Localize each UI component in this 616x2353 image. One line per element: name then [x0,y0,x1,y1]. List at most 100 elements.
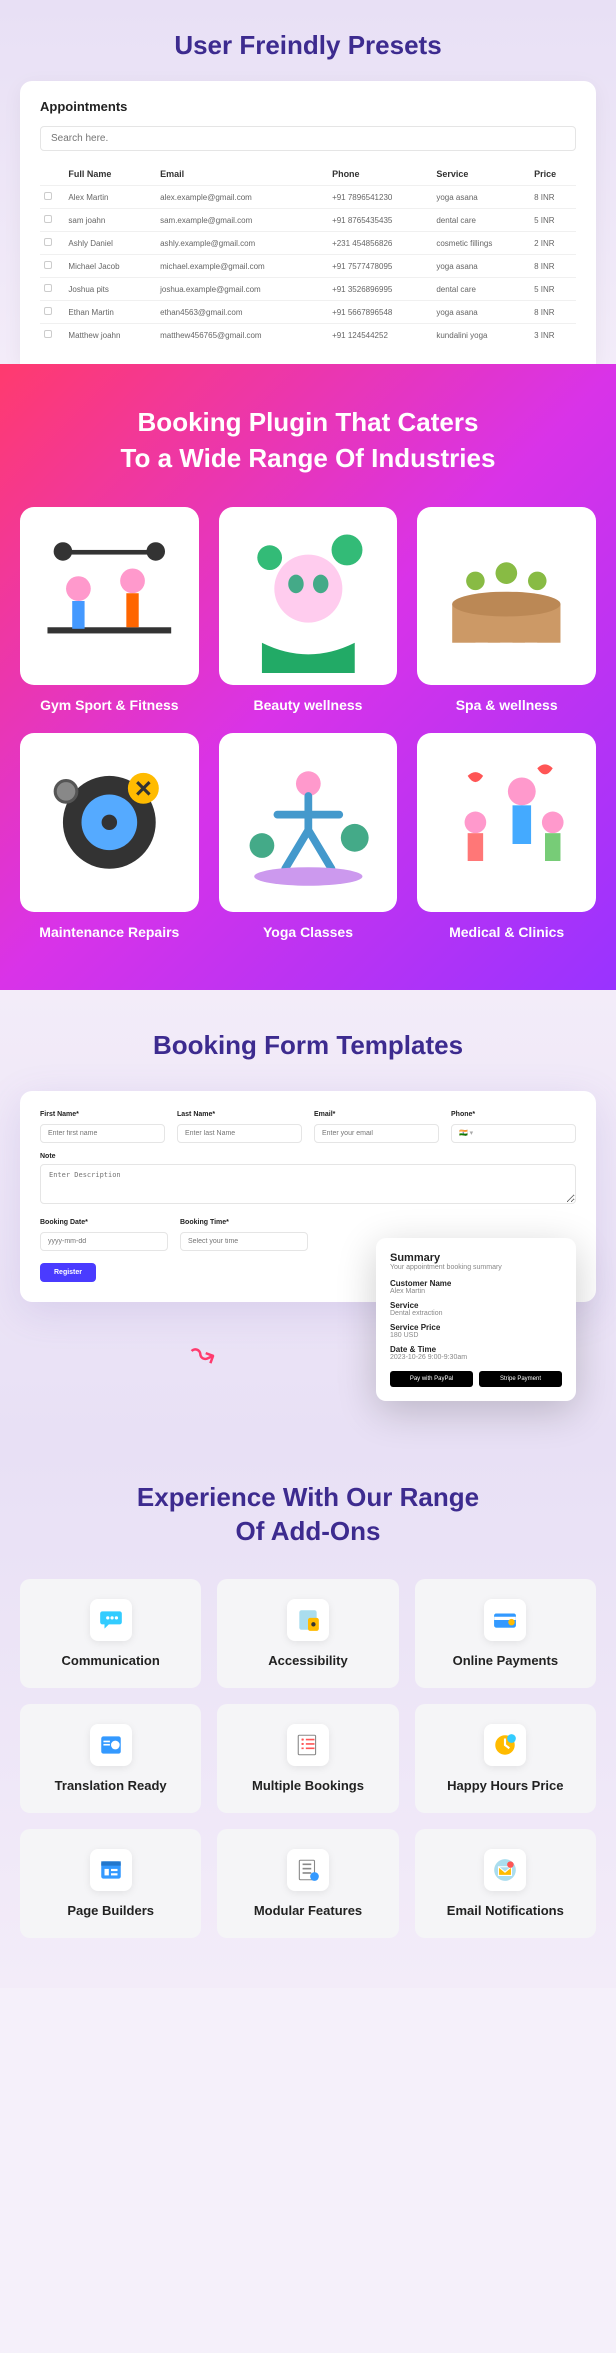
checkbox[interactable] [44,330,52,338]
maintenance-icon [20,733,199,912]
cell-service: yoga asana [432,301,530,324]
cell-name: Matthew joahn [64,324,156,347]
industry-label: Gym Sport & Fitness [20,697,199,713]
price-value: 180 USD [390,1332,562,1339]
email-input[interactable] [314,1124,439,1143]
multi-icon [287,1724,329,1766]
section-title: User Freindly Presets [20,30,596,61]
industry-item: Medical & Clinics [417,733,596,940]
industry-item: Maintenance Repairs [20,733,199,940]
cell-service: kundalini yoga [432,324,530,347]
cell-service: yoga asana [432,255,530,278]
table-row: Joshua pits joshua.example@gmail.com +91… [40,278,576,301]
cell-name: Alex Martin [64,186,156,209]
checkbox[interactable] [44,192,52,200]
section-title: Experience With Our Range Of Add-Ons [20,1481,596,1549]
cell-name: Ashly Daniel [64,232,156,255]
cell-email: ethan4563@gmail.com [156,301,328,324]
col-price: Price [530,163,576,186]
customer-value: Alex Martin [390,1288,562,1295]
cell-service: dental care [432,278,530,301]
addon-label: Email Notifications [425,1903,586,1918]
industries-section: Booking Plugin That Caters To a Wide Ran… [0,364,616,990]
stripe-button[interactable]: Stripe Payment [479,1371,562,1387]
cell-phone: +231 454856826 [328,232,432,255]
gym-icon [20,507,199,686]
datetime-value: 2023-10-26 9:00-9:30am [390,1354,562,1361]
addon-item: Communication [20,1579,201,1688]
date-input[interactable] [40,1232,168,1251]
checkbox[interactable] [44,261,52,269]
search-input[interactable] [40,126,576,151]
cell-email: matthew456765@gmail.com [156,324,328,347]
addon-item: Accessibility [217,1579,398,1688]
service-label: Service [390,1301,562,1310]
checkbox[interactable] [44,215,52,223]
checkbox[interactable] [44,307,52,315]
industry-label: Medical & Clinics [417,924,596,940]
section-title: Booking Plugin That Caters To a Wide Ran… [20,404,596,477]
first-name-label: First Name* [40,1111,165,1118]
cell-phone: +91 7577478095 [328,255,432,278]
cell-email: ashly.example@gmail.com [156,232,328,255]
paypal-button[interactable]: Pay with PayPal [390,1371,473,1387]
summary-subtitle: Your appointment booking summary [390,1264,562,1271]
cell-price: 5 INR [530,209,576,232]
card-title: Appointments [40,99,576,114]
table-row: sam joahn sam.example@gmail.com +91 8765… [40,209,576,232]
addon-label: Communication [30,1653,191,1668]
hours-icon [484,1724,526,1766]
cell-email: michael.example@gmail.com [156,255,328,278]
note-input[interactable] [40,1164,576,1204]
price-label: Service Price [390,1323,562,1332]
cell-name: Michael Jacob [64,255,156,278]
form-wrap: First Name* Last Name* Email* Phone* Not… [20,1091,596,1401]
yoga-icon [219,733,398,912]
cell-price: 8 INR [530,255,576,278]
last-name-input[interactable] [177,1124,302,1143]
table-row: Matthew joahn matthew456765@gmail.com +9… [40,324,576,347]
arrow-icon: ↝ [185,1333,221,1374]
register-button[interactable]: Register [40,1263,96,1282]
table-row: Ethan Martin ethan4563@gmail.com +91 566… [40,301,576,324]
cell-service: cosmetic fillings [432,232,530,255]
access-icon [287,1599,329,1641]
addon-item: Online Payments [415,1579,596,1688]
checkbox[interactable] [44,238,52,246]
chat-icon [90,1599,132,1641]
cell-service: yoga asana [432,186,530,209]
cell-price: 5 INR [530,278,576,301]
cell-name: sam joahn [64,209,156,232]
addon-label: Page Builders [30,1903,191,1918]
cell-email: sam.example@gmail.com [156,209,328,232]
checkbox[interactable] [44,284,52,292]
templates-section: Booking Form Templates First Name* Last … [0,990,616,1441]
appointments-table: Full Name Email Phone Service Price Alex… [40,163,576,346]
time-input[interactable] [180,1232,308,1251]
col-service: Service [432,163,530,186]
addon-label: Translation Ready [30,1778,191,1793]
cell-email: joshua.example@gmail.com [156,278,328,301]
note-label: Note [40,1153,576,1160]
first-name-input[interactable] [40,1124,165,1143]
addon-label: Happy Hours Price [425,1778,586,1793]
cell-price: 3 INR [530,324,576,347]
email-icon [484,1849,526,1891]
cell-price: 8 INR [530,186,576,209]
cell-name: Joshua pits [64,278,156,301]
addon-item: Modular Features [217,1829,398,1938]
industry-item: Spa & wellness [417,507,596,714]
phone-input[interactable] [451,1124,576,1143]
table-row: Ashly Daniel ashly.example@gmail.com +23… [40,232,576,255]
addon-label: Modular Features [227,1903,388,1918]
section-title: Booking Form Templates [20,1030,596,1061]
col-email: Email [156,163,328,186]
addon-item: Email Notifications [415,1829,596,1938]
industry-item: Beauty wellness [219,507,398,714]
summary-title: Summary [390,1252,562,1264]
addon-label: Online Payments [425,1653,586,1668]
col-phone: Phone [328,163,432,186]
time-label: Booking Time* [180,1219,308,1226]
col-fullname: Full Name [64,163,156,186]
translate-icon [90,1724,132,1766]
